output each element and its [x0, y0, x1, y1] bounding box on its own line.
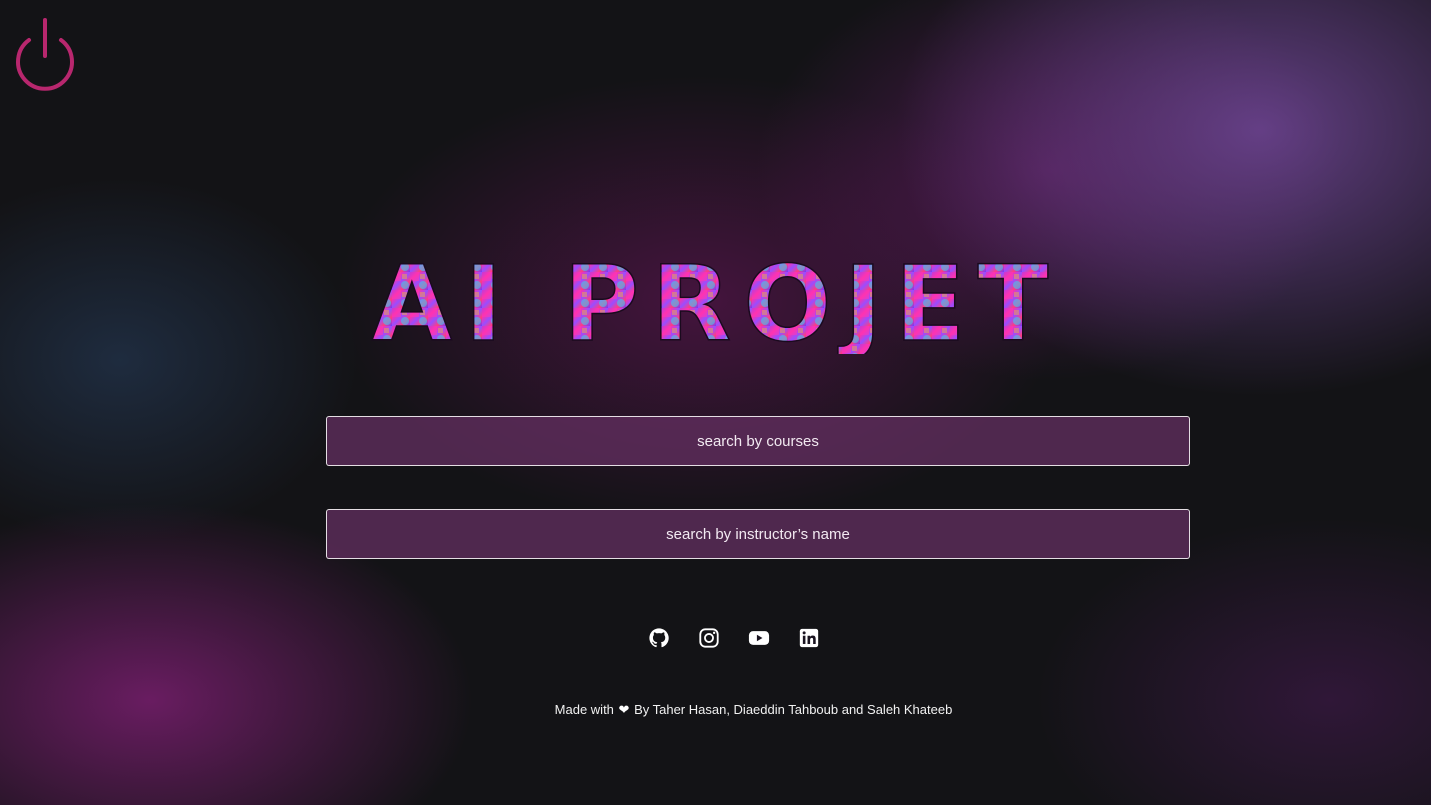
hero-title: AI PROJET	[0, 236, 1431, 354]
footer-prefix: Made with	[554, 702, 614, 717]
course-search-input[interactable]	[327, 416, 1189, 466]
power-icon	[16, 18, 74, 91]
instructor-search-field[interactable]	[326, 509, 1190, 559]
github-link[interactable]	[647, 626, 671, 650]
footer-credits: Made with ❤ By Taher Hasan, Diaeddin Tah…	[0, 702, 1431, 718]
footer-authors: By Taher Hasan, Diaeddin Tahboub and Sal…	[634, 702, 953, 717]
linkedin-icon	[799, 628, 818, 648]
youtube-icon	[748, 631, 769, 645]
page: { "page": { "title": "AI PROJET", "power…	[0, 0, 1431, 805]
instagram-link[interactable]	[697, 626, 721, 650]
instructor-search-input[interactable]	[327, 509, 1189, 559]
linkedin-link[interactable]	[797, 626, 821, 650]
page-title: AI PROJET	[371, 243, 1060, 354]
instagram-icon	[698, 628, 719, 648]
title-graphic: AI PROJET	[370, 242, 1060, 354]
course-search-field[interactable]	[326, 416, 1190, 466]
social-links	[0, 626, 1431, 652]
github-icon	[648, 628, 669, 648]
youtube-link[interactable]	[747, 626, 771, 650]
heart-icon: ❤	[618, 702, 630, 717]
power-button[interactable]	[14, 16, 76, 94]
